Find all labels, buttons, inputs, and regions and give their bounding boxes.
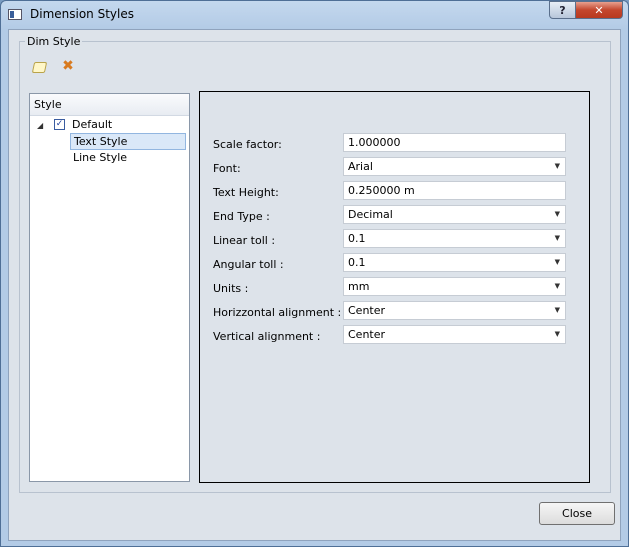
units-label: Units : xyxy=(213,282,249,295)
text-height-input[interactable]: 0.250000 m xyxy=(343,181,566,200)
horizontal-alignment-dropdown[interactable]: Center ▼ xyxy=(343,301,566,320)
help-button[interactable]: ? xyxy=(549,1,576,19)
properties-panel: Scale factor: 1.000000 Font: Arial ▼ Text… xyxy=(199,91,590,483)
horizontal-alignment-label: Horizzontal alignment : xyxy=(213,306,342,319)
tree-item-line-style[interactable]: Line Style xyxy=(73,150,127,166)
dim-style-legend: Dim Style xyxy=(27,35,81,48)
end-type-value: Decimal xyxy=(348,208,393,221)
new-style-icon xyxy=(31,61,47,73)
font-label: Font: xyxy=(213,162,241,175)
close-button-label: Close xyxy=(562,507,592,520)
chevron-down-icon: ▼ xyxy=(554,234,560,242)
angular-toll-dropdown[interactable]: 0.1 ▼ xyxy=(343,253,566,272)
default-style-checkbox[interactable]: ✓ xyxy=(54,119,65,130)
font-dropdown[interactable]: Arial ▼ xyxy=(343,157,566,176)
linear-toll-value: 0.1 xyxy=(348,232,366,245)
angular-toll-label: Angular toll : xyxy=(213,258,284,271)
delete-style-icon: ✖ xyxy=(62,58,74,74)
chevron-down-icon: ▼ xyxy=(554,330,560,338)
scale-factor-label: Scale factor: xyxy=(213,138,282,151)
text-height-label: Text Height: xyxy=(213,186,279,199)
style-tree-header: Style xyxy=(30,94,189,116)
tree-item-default[interactable]: Default xyxy=(72,117,112,133)
dimension-styles-window: Dimension Styles ? ✕ Dim Style ✖ Style ◢… xyxy=(0,0,629,547)
window-close-button[interactable]: ✕ xyxy=(576,1,623,19)
close-button[interactable]: Close xyxy=(539,502,615,525)
end-type-dropdown[interactable]: Decimal ▼ xyxy=(343,205,566,224)
tree-item-text-style[interactable]: Text Style xyxy=(70,133,186,150)
vertical-alignment-label: Vertical alignment : xyxy=(213,330,321,343)
horizontal-alignment-value: Center xyxy=(348,304,386,317)
chevron-down-icon: ▼ xyxy=(554,306,560,314)
dialog-client-area: Dim Style ✖ Style ◢ ✓ Default Text Style… xyxy=(8,29,621,541)
end-type-label: End Type : xyxy=(213,210,270,223)
chevron-down-icon: ▼ xyxy=(554,258,560,266)
window-app-icon xyxy=(8,9,22,20)
vertical-alignment-dropdown[interactable]: Center ▼ xyxy=(343,325,566,344)
close-icon: ✕ xyxy=(594,3,604,17)
title-bar-buttons: ? ✕ xyxy=(549,1,623,19)
units-dropdown[interactable]: mm ▼ xyxy=(343,277,566,296)
units-value: mm xyxy=(348,280,370,293)
scale-factor-value: 1.000000 xyxy=(348,136,401,149)
help-icon: ? xyxy=(559,3,566,17)
chevron-down-icon: ▼ xyxy=(554,162,560,170)
text-height-value: 0.250000 m xyxy=(348,184,415,197)
scale-factor-input[interactable]: 1.000000 xyxy=(343,133,566,152)
new-style-button[interactable] xyxy=(30,58,48,76)
window-title: Dimension Styles xyxy=(30,7,134,21)
title-bar[interactable]: Dimension Styles ? ✕ xyxy=(1,1,628,29)
font-value: Arial xyxy=(348,160,373,173)
chevron-down-icon: ▼ xyxy=(554,210,560,218)
linear-toll-dropdown[interactable]: 0.1 ▼ xyxy=(343,229,566,248)
vertical-alignment-value: Center xyxy=(348,328,386,341)
style-tree[interactable]: Style ◢ ✓ Default Text Style Line Style xyxy=(29,93,190,482)
delete-style-button[interactable]: ✖ xyxy=(59,57,77,75)
chevron-down-icon: ▼ xyxy=(554,282,560,290)
collapse-arrow-icon[interactable]: ◢ xyxy=(37,121,43,130)
linear-toll-label: Linear toll : xyxy=(213,234,276,247)
angular-toll-value: 0.1 xyxy=(348,256,366,269)
